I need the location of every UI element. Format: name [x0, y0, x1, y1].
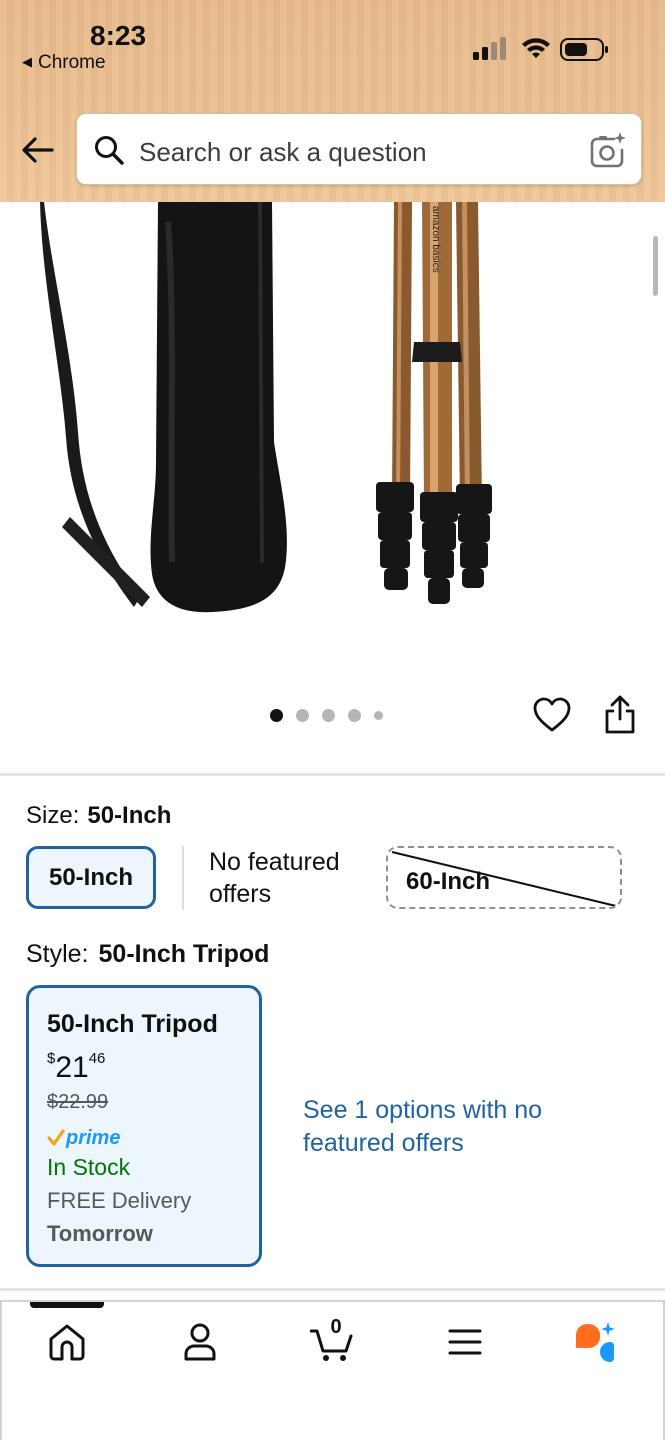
wifi-icon — [522, 38, 550, 58]
style-label: Style: 50-Inch Tripod — [26, 940, 269, 969]
price: $2146 — [47, 1050, 105, 1085]
style-label-text: Style: — [26, 940, 89, 968]
prime-label: prime — [66, 1126, 121, 1149]
search-input[interactable]: Search or ask a question — [139, 137, 427, 168]
see-options-link[interactable]: See 1 options with no featured offers — [303, 1094, 553, 1160]
carousel-dot-active[interactable] — [270, 708, 283, 722]
style-option-card[interactable]: 50-Inch Tripod $2146 $22.99 prime In Sto… — [26, 985, 262, 1267]
carousel-dot[interactable] — [374, 710, 383, 720]
back-to-app-link[interactable]: ◀ Chrome — [22, 52, 106, 74]
camera-search-icon[interactable] — [587, 130, 627, 170]
price-whole: 21 — [55, 1051, 89, 1084]
style-option-title: 50-Inch Tripod — [47, 1010, 218, 1038]
size-label-text: Size: — [26, 802, 80, 829]
carousel-dot[interactable] — [322, 708, 335, 722]
size-value: 50-Inch — [87, 802, 172, 829]
chip-separator — [182, 846, 184, 910]
size-option-60-inch[interactable]: 60-Inch — [386, 846, 622, 909]
status-time: 8:23 — [90, 20, 147, 51]
home-icon[interactable] — [45, 1320, 89, 1364]
carousel-dot[interactable] — [348, 708, 361, 722]
status-icons — [473, 37, 608, 61]
battery-icon — [560, 38, 608, 61]
account-icon[interactable] — [178, 1320, 222, 1364]
product-image-carousel[interactable]: amazon basics — [0, 202, 665, 762]
size-label: Size: 50-Inch — [26, 802, 171, 830]
active-tab-indicator — [30, 1302, 104, 1308]
tripod-clamps — [376, 482, 492, 604]
menu-icon[interactable] — [443, 1320, 487, 1364]
header: 8:23 ◀ Chrome Search or ask a question — [0, 0, 665, 202]
list-price: $22.99 — [47, 1091, 109, 1113]
rufus-icon[interactable] — [572, 1320, 616, 1364]
carry-bag — [40, 202, 287, 613]
unavailable-strike — [391, 851, 617, 907]
no-featured-offers-text: No featured offers — [209, 848, 340, 908]
product-image: amazon basics — [40, 202, 492, 613]
style-value: 50-Inch Tripod — [98, 940, 270, 968]
availability-status: In Stock — [47, 1154, 131, 1180]
prime-badge: prime — [47, 1126, 120, 1150]
carousel-dots[interactable] — [270, 707, 383, 723]
delivery-text: FREE Delivery — [47, 1188, 192, 1213]
back-triangle-icon: ◀ — [22, 54, 32, 69]
share-icon[interactable] — [602, 695, 638, 735]
carousel-dot[interactable] — [296, 708, 309, 722]
bottom-divider — [0, 1288, 665, 1291]
back-arrow-icon[interactable] — [18, 130, 58, 170]
price-fraction: 46 — [88, 1050, 106, 1067]
back-app-label: Chrome — [38, 52, 106, 73]
size-option-50-inch[interactable]: 50-Inch — [26, 846, 156, 909]
heart-icon[interactable] — [532, 695, 572, 735]
prime-check-icon — [47, 1129, 65, 1146]
product-page: 8:23 ◀ Chrome Search or ask a question a… — [0, 0, 665, 1440]
cart-count: 0 — [330, 1316, 342, 1338]
delivery-day: Tomorrow — [47, 1221, 153, 1246]
signal-icon — [473, 37, 506, 60]
scrollbar[interactable] — [653, 236, 658, 296]
search-bar[interactable]: Search or ask a question — [76, 113, 642, 185]
tripod-legs: amazon basics — [392, 202, 482, 502]
brand-print: amazon basics — [430, 206, 441, 273]
section-divider — [0, 773, 665, 776]
search-icon — [95, 136, 124, 165]
